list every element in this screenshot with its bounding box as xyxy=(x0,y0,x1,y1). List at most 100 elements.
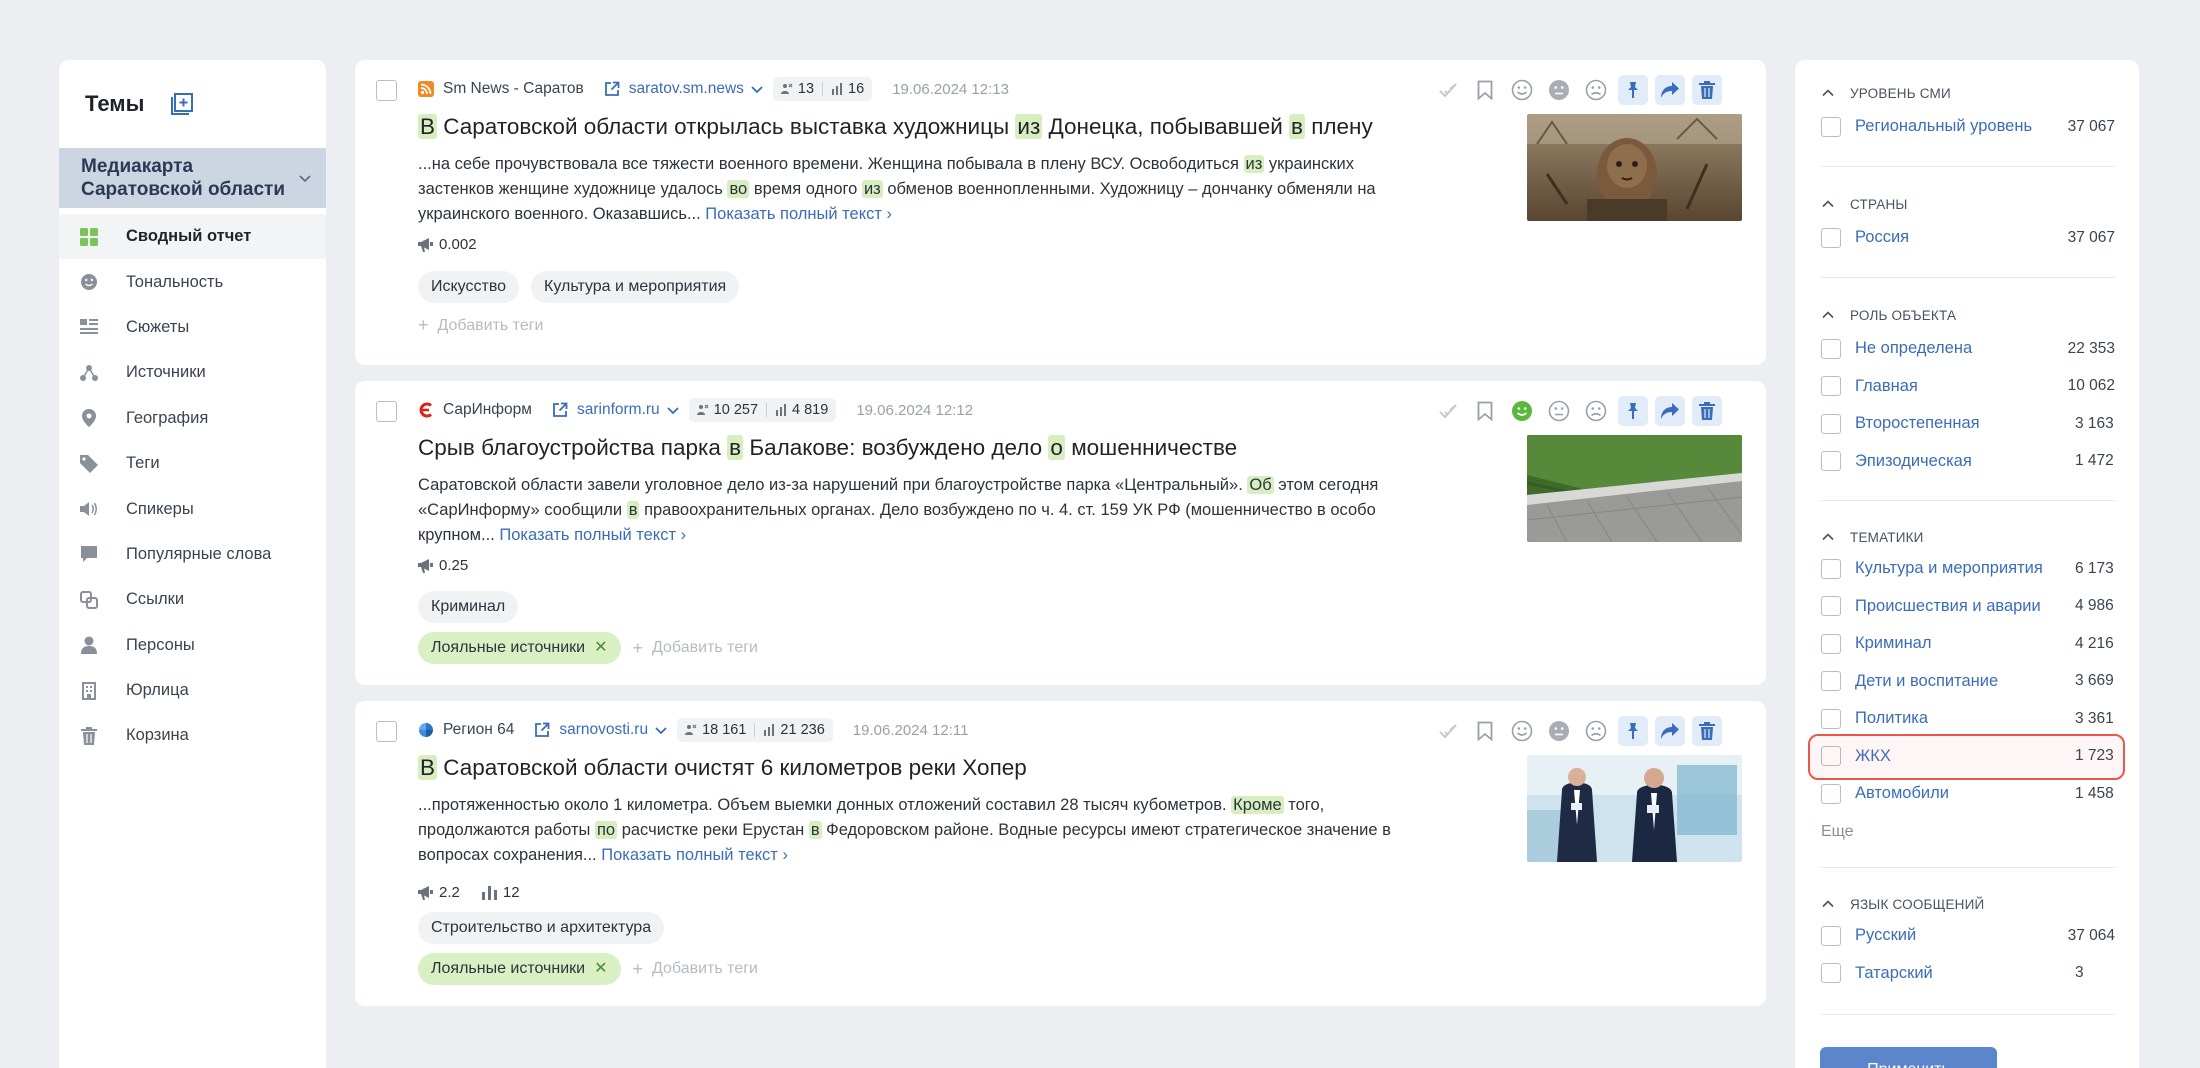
filter-checkbox[interactable] xyxy=(1821,413,1841,434)
external-link-icon[interactable] xyxy=(534,722,550,738)
delete-button[interactable] xyxy=(1692,716,1722,746)
custom-tag[interactable]: Лояльные источники ✕ xyxy=(418,953,621,985)
add-tag-button[interactable]: + Добавить теги xyxy=(633,638,759,659)
filter-row[interactable]: Культура и мероприятия 6 173 xyxy=(1821,550,2115,588)
remove-tag-icon[interactable]: ✕ xyxy=(594,632,607,664)
pin-button[interactable] xyxy=(1618,75,1648,105)
add-tag-button[interactable]: + Добавить теги xyxy=(633,959,759,980)
filter-row[interactable]: Криминал 4 216 xyxy=(1821,625,2115,663)
sidebar-item-trash[interactable]: Корзина xyxy=(59,713,326,758)
filter-checkbox[interactable] xyxy=(1821,558,1841,579)
sidebar-item-sources[interactable]: Источники xyxy=(59,350,326,395)
custom-tag[interactable]: Лояльные источники ✕ xyxy=(418,632,621,664)
sidebar-item-summary[interactable]: Сводный отчет xyxy=(59,214,326,260)
share-button[interactable] xyxy=(1655,716,1685,746)
filter-group-header[interactable]: ТЕМАТИКИ xyxy=(1821,526,2115,548)
filter-checkbox[interactable] xyxy=(1821,671,1841,692)
select-checkbox[interactable] xyxy=(376,80,397,101)
filter-row[interactable]: Эпизодическая 1 472 xyxy=(1821,443,2115,481)
neutral-tone-button[interactable] xyxy=(1544,75,1574,105)
filter-row[interactable]: Второстепенная 3 163 xyxy=(1821,405,2115,443)
negative-tone-button[interactable] xyxy=(1581,716,1611,746)
filter-row[interactable]: Татарский 3 xyxy=(1821,955,2115,993)
filter-checkbox[interactable] xyxy=(1821,633,1841,654)
show-full-text-link[interactable]: Показать полный текст › xyxy=(499,526,686,544)
show-full-text-link[interactable]: Показать полный текст › xyxy=(705,205,892,223)
bookmark-button[interactable] xyxy=(1470,396,1500,426)
article-thumbnail[interactable] xyxy=(1527,755,1742,862)
chevron-down-icon[interactable] xyxy=(750,82,764,96)
select-checkbox[interactable] xyxy=(376,401,397,422)
filter-checkbox[interactable] xyxy=(1821,116,1841,137)
filter-checkbox[interactable] xyxy=(1821,708,1841,729)
source-name[interactable]: Sm News - Саратов xyxy=(443,80,584,98)
source-name[interactable]: СарИнформ xyxy=(443,401,532,419)
filter-checkbox[interactable] xyxy=(1821,783,1841,804)
pin-button[interactable] xyxy=(1618,716,1648,746)
sidebar-item-tonality[interactable]: Тональность xyxy=(59,259,326,304)
neutral-tone-button[interactable] xyxy=(1544,396,1574,426)
topic-tag[interactable]: Искусство xyxy=(418,271,520,303)
show-full-text-link[interactable]: Показать полный текст › xyxy=(601,846,788,864)
filter-group-header[interactable]: УРОВЕНЬ СМИ xyxy=(1821,82,2115,104)
sidebar-item-persons[interactable]: Персоны xyxy=(59,623,326,668)
delete-button[interactable] xyxy=(1692,396,1722,426)
article-title[interactable]: Срыв благоустройства парка в Балакове: в… xyxy=(418,435,1237,461)
topic-tag[interactable]: Криминал xyxy=(418,591,519,623)
add-topic-icon[interactable] xyxy=(168,90,196,118)
negative-tone-button[interactable] xyxy=(1581,75,1611,105)
chevron-down-icon[interactable] xyxy=(666,403,680,417)
article-title[interactable]: В Саратовской области открылась выставка… xyxy=(418,114,1373,140)
project-selector[interactable]: Медиакарта Саратовской области xyxy=(59,148,326,208)
show-more-link[interactable]: Еще xyxy=(1821,823,1854,841)
filter-checkbox[interactable] xyxy=(1821,925,1841,946)
mark-read-button[interactable] xyxy=(1433,396,1463,426)
remove-tag-icon[interactable]: ✕ xyxy=(594,953,607,985)
delete-button[interactable] xyxy=(1692,75,1722,105)
topic-tag[interactable]: Культура и мероприятия xyxy=(531,271,740,303)
source-domain-link[interactable]: sarinform.ru xyxy=(577,401,660,419)
neutral-tone-button[interactable] xyxy=(1544,716,1574,746)
filter-group-header[interactable]: ЯЗЫК СООБЩЕНИЙ xyxy=(1821,893,2115,915)
filter-checkbox[interactable] xyxy=(1821,451,1841,472)
sidebar-item-speakers[interactable]: Спикеры xyxy=(59,486,326,531)
apply-filters-button[interactable]: Применить xyxy=(1820,1047,1997,1068)
share-button[interactable] xyxy=(1655,396,1685,426)
share-button[interactable] xyxy=(1655,75,1685,105)
filter-checkbox[interactable] xyxy=(1821,596,1841,617)
sidebar-item-tags[interactable]: Теги xyxy=(59,441,326,486)
filter-row[interactable]: Происшествия и аварии 4 986 xyxy=(1821,588,2115,626)
bookmark-button[interactable] xyxy=(1470,75,1500,105)
filter-checkbox[interactable] xyxy=(1821,227,1841,248)
source-name[interactable]: Регион 64 xyxy=(443,721,514,739)
mark-read-button[interactable] xyxy=(1433,75,1463,105)
mark-read-button[interactable] xyxy=(1433,716,1463,746)
external-link-icon[interactable] xyxy=(604,81,620,97)
bookmark-button[interactable] xyxy=(1470,716,1500,746)
article-thumbnail[interactable] xyxy=(1527,114,1742,221)
filter-row[interactable]: Не определена 22 353 xyxy=(1821,330,2115,368)
filter-group-header[interactable]: СТРАНЫ xyxy=(1821,193,2115,215)
filter-checkbox[interactable] xyxy=(1821,338,1841,359)
positive-tone-button[interactable] xyxy=(1507,716,1537,746)
topic-tag[interactable]: Строительство и архитектура xyxy=(418,912,665,944)
positive-tone-button[interactable] xyxy=(1507,75,1537,105)
select-checkbox[interactable] xyxy=(376,721,397,742)
chevron-down-icon[interactable] xyxy=(654,723,668,737)
external-link-icon[interactable] xyxy=(552,402,568,418)
positive-tone-button[interactable] xyxy=(1507,396,1537,426)
filter-row[interactable]: Автомобили 1 458 xyxy=(1821,775,2115,813)
sidebar-item-popular-words[interactable]: Популярные слова xyxy=(59,532,326,577)
filter-checkbox[interactable] xyxy=(1821,963,1841,984)
negative-tone-button[interactable] xyxy=(1581,396,1611,426)
pin-button[interactable] xyxy=(1618,396,1648,426)
sidebar-item-legal-entities[interactable]: Юрлица xyxy=(59,668,326,713)
sidebar-item-links[interactable]: Ссылки xyxy=(59,577,326,622)
filter-row[interactable]: Россия 37 067 xyxy=(1821,219,2115,257)
sidebar-item-stories[interactable]: Сюжеты xyxy=(59,305,326,350)
source-domain-link[interactable]: saratov.sm.news xyxy=(629,80,744,98)
filter-row[interactable]: Русский 37 064 xyxy=(1821,917,2115,955)
article-thumbnail[interactable] xyxy=(1527,435,1742,542)
filter-row[interactable]: Политика 3 361 xyxy=(1821,700,2115,738)
filter-checkbox[interactable] xyxy=(1821,376,1841,397)
